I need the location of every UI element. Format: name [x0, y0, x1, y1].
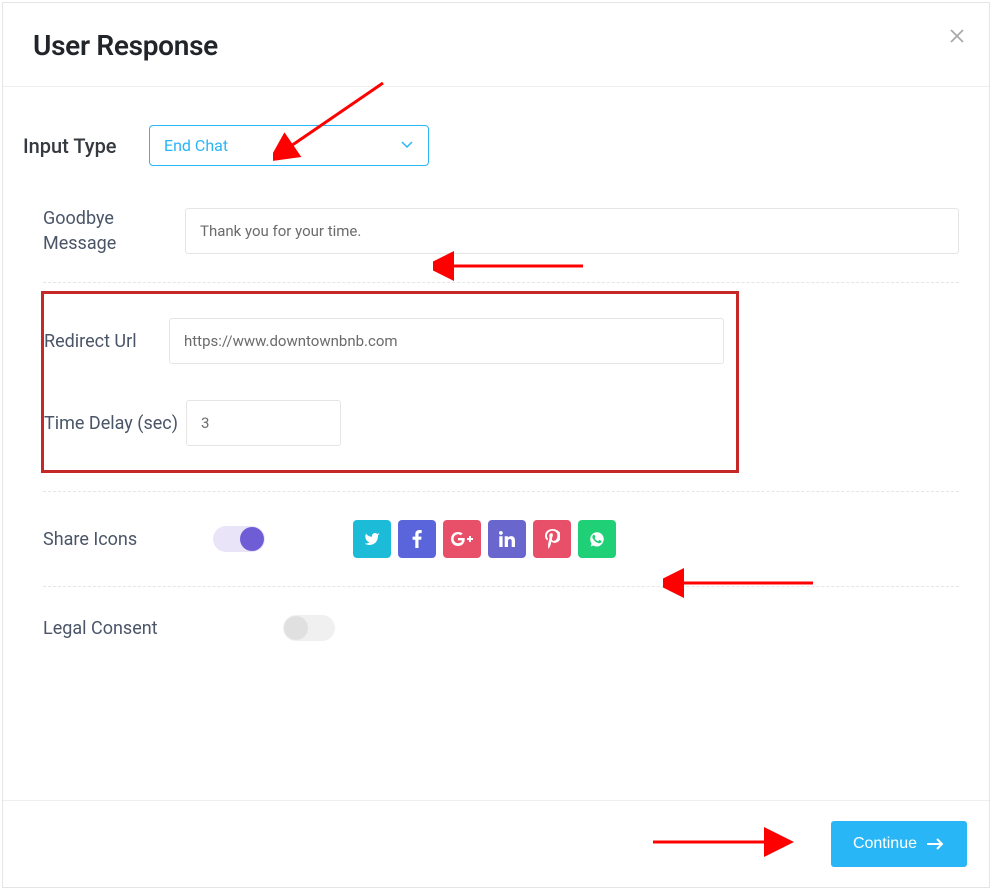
facebook-icon: [412, 530, 422, 548]
pinterest-button[interactable]: [533, 520, 571, 558]
redirect-url-row: Redirect Url: [44, 300, 724, 382]
input-type-select[interactable]: End Chat: [149, 125, 429, 166]
share-icons-row: Share Icons: [43, 500, 959, 578]
close-icon: [949, 28, 965, 44]
modal-header: User Response: [3, 3, 989, 87]
time-delay-row: Time Delay (sec): [44, 382, 724, 464]
legal-consent-toggle[interactable]: [283, 615, 335, 641]
toggle-thumb: [240, 527, 264, 551]
share-icons-toggle[interactable]: [213, 526, 265, 552]
whatsapp-icon: [588, 530, 606, 548]
divider: [43, 282, 959, 283]
google-plus-button[interactable]: [443, 520, 481, 558]
content-block: Goodbye Message Redirect Url Time Delay …: [23, 188, 971, 661]
share-icons-label: Share Icons: [43, 527, 213, 552]
google-plus-icon: [451, 532, 473, 546]
twitter-icon: [364, 531, 380, 547]
legal-consent-row: Legal Consent: [43, 595, 959, 661]
continue-label: Continue: [853, 835, 917, 853]
linkedin-icon: [499, 531, 515, 547]
time-delay-label: Time Delay (sec): [44, 411, 186, 436]
input-type-row: Input Type End Chat: [23, 125, 971, 166]
facebook-button[interactable]: [398, 520, 436, 558]
legal-consent-label: Legal Consent: [43, 616, 283, 641]
redirect-highlight-box: Redirect Url Time Delay (sec): [41, 291, 739, 473]
arrow-right-icon: [927, 837, 945, 851]
continue-button[interactable]: Continue: [831, 821, 967, 867]
modal-title: User Response: [33, 29, 959, 62]
linkedin-button[interactable]: [488, 520, 526, 558]
close-button[interactable]: [949, 27, 965, 49]
modal-body: Input Type End Chat Goodbye Message Redi…: [3, 87, 989, 800]
user-response-modal: User Response Input Type End Chat Goodby…: [2, 2, 990, 888]
whatsapp-button[interactable]: [578, 520, 616, 558]
input-type-value: End Chat: [164, 136, 228, 155]
modal-footer: Continue: [3, 800, 989, 887]
goodbye-message-input[interactable]: [185, 208, 959, 254]
chevron-down-icon: [400, 136, 414, 155]
time-delay-input[interactable]: [186, 400, 341, 446]
pinterest-icon: [544, 529, 560, 549]
goodbye-message-label: Goodbye Message: [43, 206, 185, 256]
divider: [43, 586, 959, 587]
divider: [43, 491, 959, 492]
input-type-label: Input Type: [23, 134, 131, 158]
redirect-url-input[interactable]: [169, 318, 724, 364]
toggle-thumb: [284, 616, 308, 640]
redirect-url-label: Redirect Url: [44, 329, 169, 354]
twitter-button[interactable]: [353, 520, 391, 558]
share-icons-group: [353, 520, 616, 558]
goodbye-message-row: Goodbye Message: [43, 188, 959, 274]
